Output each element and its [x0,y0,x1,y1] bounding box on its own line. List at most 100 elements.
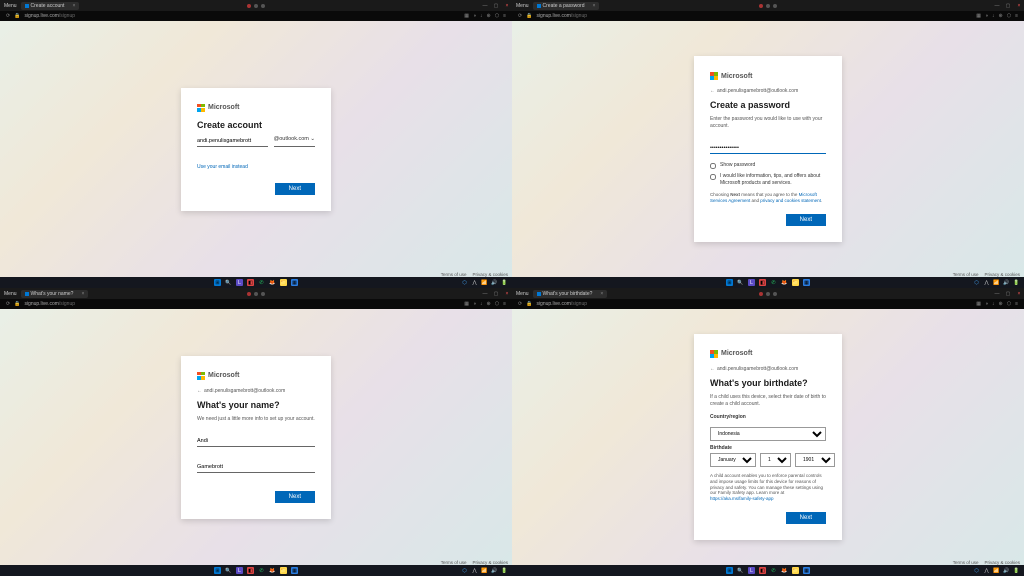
volume-icon[interactable]: 🔊 [491,279,498,286]
toolbar-icon[interactable]: ▦ [464,13,469,19]
country-label: Country/region [710,414,826,420]
whatsapp-icon[interactable]: ✆ [258,279,265,286]
agreement-text: Choosing Next means that you agree to th… [710,192,826,204]
year-select[interactable]: 1901 [795,453,835,467]
tab-close-icon[interactable]: × [72,3,75,9]
url-bar: ⟳ 🔒 signup.live.com/signup ▦ ◑ ↓ ⊕ ⬡ ≡ [0,11,512,21]
app-icon[interactable]: L [236,279,243,286]
tab-favicon [537,4,541,8]
minimize-icon[interactable]: — [994,3,1000,9]
card-title: What's your birthdate? [710,378,826,388]
menu-label[interactable]: Menu [516,3,529,9]
show-password-checkbox[interactable] [710,163,716,169]
card-subtitle: We need just a little more info to set u… [197,416,315,423]
last-name-input[interactable] [197,462,315,473]
name-card: Microsoft ←andi.penulisgamebrott@outlook… [181,356,331,519]
card-title: What's your name? [197,400,315,410]
browser-tab[interactable]: Create a password × [533,2,600,10]
next-button[interactable]: Next [275,183,315,195]
center-dot[interactable] [254,4,258,8]
explorer-icon[interactable]: 📁 [280,279,287,286]
toolbar-icon[interactable]: ◑ [473,13,476,19]
toolbar-icon[interactable]: ⬡ [495,13,499,19]
password-card: Microsoft ←andi.penulisgamebrott@outlook… [694,56,842,242]
refresh-icon[interactable]: ⟳ [518,13,522,19]
password-input[interactable] [710,143,826,154]
show-password-label: Show password [720,162,755,169]
center-dot[interactable] [247,4,251,8]
window-titlebar: Menu What's your birthdate?× —▢× [512,288,1024,299]
taskbar: ⊞🔍L◧✆🦊📁▦ ⬡⋀📶🔊🔋 [0,565,512,576]
family-safety-link[interactable]: https://aka.ms/family-safety-app [710,496,774,501]
start-icon[interactable]: ⊞ [214,279,221,286]
window-titlebar: Menu Create account × — ▢ × [0,0,512,11]
use-email-link[interactable]: Use your email instead [197,164,248,170]
browser-tab[interactable]: What's your name?× [21,290,89,298]
close-icon[interactable]: × [1016,3,1022,9]
search-icon[interactable]: 🔍 [225,279,232,286]
back-email[interactable]: ←andi.penulisgamebrott@outlook.com [197,388,315,394]
maximize-icon[interactable]: ▢ [1005,3,1011,9]
back-email[interactable]: ←andi.penulisgamebrott@outlook.com [710,366,826,372]
lock-icon: 🔒 [14,13,20,19]
refresh-icon[interactable]: ⟳ [6,13,10,19]
child-account-note: A child account enables you to enforce p… [710,473,826,502]
maximize-icon[interactable]: ▢ [493,3,499,9]
tab-favicon [25,4,29,8]
microsoft-logo: Microsoft [197,104,315,112]
taskbar: ⊞🔍L◧✆🦊📁▦ ⬡⋀📶🔊🔋 [512,565,1024,576]
privacy-link[interactable]: privacy and cookies statement [760,198,821,203]
signup-card: Microsoft Create account @outlook.com ⌄ … [181,88,331,211]
search-icon[interactable]: 🔍 [737,279,744,286]
close-icon[interactable]: × [504,3,510,9]
lock-icon: 🔒 [526,13,532,19]
menu-label[interactable]: Menu [4,3,17,9]
minimize-icon[interactable]: — [482,3,488,9]
first-name-input[interactable] [197,436,315,447]
email-domain-select[interactable]: @outlook.com ⌄ [274,136,315,147]
browser-tab[interactable]: What's your birthdate?× [533,290,608,298]
next-button[interactable]: Next [786,214,826,226]
screen-birthdate: Menu What's your birthdate?× —▢× ⟳🔒signu… [512,288,1024,576]
card-title: Create a password [710,100,826,110]
offers-label: I would like information, tips, and offe… [720,173,826,186]
tab-close-icon[interactable]: × [592,3,595,9]
month-select[interactable]: January [710,453,756,467]
firefox-icon[interactable]: 🦊 [269,279,276,286]
start-icon[interactable]: ⊞ [726,279,733,286]
card-title: Create account [197,120,315,130]
app-icon[interactable]: ◧ [247,279,254,286]
toolbar-icon[interactable]: ↓ [480,13,483,19]
screen-create-password: Menu Create a password × — ▢ × ⟳ 🔒 signup.… [512,0,1024,288]
toolbar-icon[interactable]: ⊕ [487,13,491,19]
app-icon[interactable]: ▦ [291,279,298,286]
tray-icon[interactable]: ⬡ [461,279,468,286]
back-arrow-icon: ← [710,88,715,94]
day-select[interactable]: 1 [760,453,791,467]
window-titlebar: Menu What's your name?× —▢× [0,288,512,299]
wifi-icon[interactable]: 📶 [481,279,488,286]
center-dot[interactable] [261,4,265,8]
email-local-input[interactable] [197,136,268,147]
country-select[interactable]: Indonesia [710,427,826,441]
tab-title: Create account [31,3,65,9]
next-button[interactable]: Next [275,491,315,503]
screen-name: Menu What's your name?× —▢× ⟳🔒signup.liv… [0,288,512,576]
taskbar: ⊞ 🔍 L ◧ ✆ 🦊 📁 ▦ ⬡ ⋀ 📶 🔊 🔋 [0,277,512,288]
url-text[interactable]: signup.live.com/signup [24,13,460,19]
screen-create-account: Menu Create account × — ▢ × ⟳ 🔒 signup.l… [0,0,512,288]
tray-icon[interactable]: ⋀ [471,279,478,286]
url-bar: ⟳ 🔒 signup.live.com/signup ▦◑↓⊕⬡≡ [512,11,1024,21]
toolbar-icon[interactable]: ≡ [503,13,506,19]
back-email[interactable]: ←andi.penulisgamebrott@outlook.com [710,88,826,94]
browser-tab[interactable]: Create account × [21,2,80,10]
offers-checkbox[interactable] [710,174,716,180]
microsoft-logo: Microsoft [710,72,826,80]
url-text[interactable]: signup.live.com/signup [536,13,972,19]
tab-title: Create a password [543,3,585,9]
card-subtitle: Enter the password you would like to use… [710,116,826,130]
battery-icon[interactable]: 🔋 [501,279,508,286]
next-button[interactable]: Next [786,512,826,524]
card-subtitle: If a child uses this device, select thei… [710,394,826,408]
taskbar: ⊞🔍L◧✆🦊📁▦ ⬡⋀📶🔊🔋 [512,277,1024,288]
